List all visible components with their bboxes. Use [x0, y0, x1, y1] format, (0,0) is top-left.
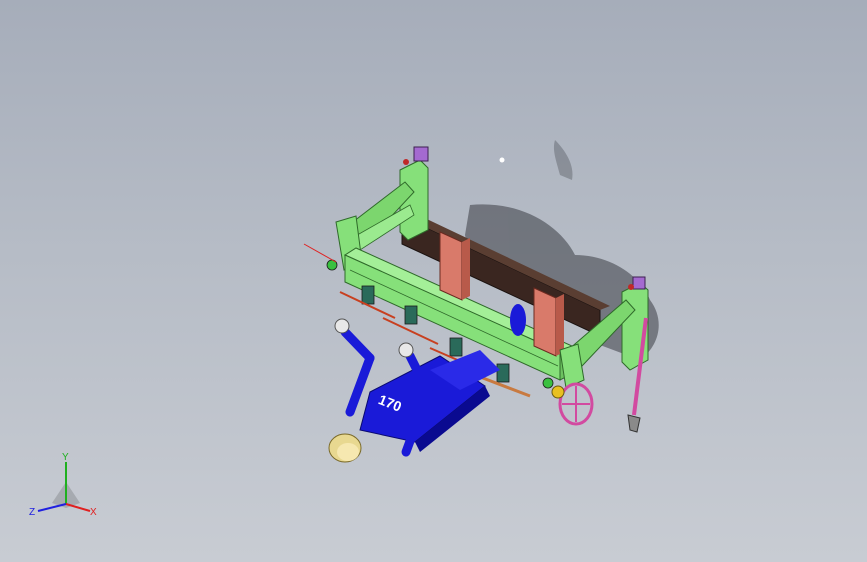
coordinate-triad: Y X Z: [29, 452, 97, 518]
assembly-model[interactable]: 170: [0, 0, 867, 562]
handwheel: [551, 382, 594, 426]
z-axis-line: [37, 503, 67, 512]
x-axis-line: [65, 503, 91, 512]
graphics-viewport[interactable]: 170 Y X Z: [0, 0, 867, 562]
y-axis-label: Y: [62, 452, 69, 463]
x-axis-label: X: [90, 507, 97, 518]
z-axis-label: Z: [29, 507, 35, 518]
